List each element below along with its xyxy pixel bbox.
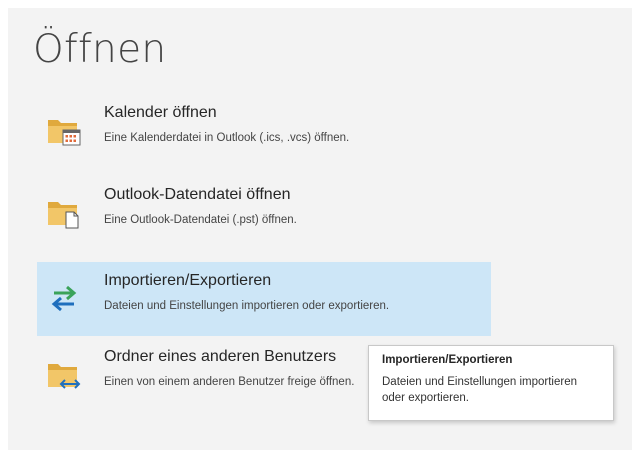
import-export-arrows-icon: [46, 282, 82, 316]
option-description: Dateien und Einstellungen importieren od…: [104, 300, 390, 312]
option-description: Eine Kalenderdatei in Outlook (.ics, .vc…: [104, 132, 350, 144]
option-title: Ordner eines anderen Benutzers: [104, 348, 337, 365]
option-title: Outlook-Datendatei öffnen: [104, 186, 291, 203]
shared-folder-icon: [46, 358, 82, 392]
data-file-folder-icon: [46, 196, 82, 230]
tooltip-body: Dateien und Einstellungen importieren od…: [382, 376, 577, 404]
option-description: Eine Outlook-Datendatei (.pst) öffnen.: [104, 214, 297, 226]
tooltip: Importieren/Exportieren Dateien und Eins…: [368, 345, 614, 421]
page-title: Öffnen: [33, 27, 167, 72]
open-calendar-option[interactable]: Kalender öffnen Eine Kalenderdatei in Ou…: [37, 94, 491, 168]
tooltip-title: Importieren/Exportieren: [382, 354, 513, 366]
calendar-folder-icon: [46, 114, 82, 148]
option-title: Kalender öffnen: [104, 104, 217, 121]
open-data-file-option[interactable]: Outlook-Datendatei öffnen Eine Outlook-D…: [37, 176, 491, 250]
option-description: Einen von einem anderen Benutzer freige …: [104, 376, 355, 388]
import-export-option[interactable]: Importieren/Exportieren Dateien und Eins…: [37, 262, 491, 336]
option-title: Importieren/Exportieren: [104, 272, 272, 289]
